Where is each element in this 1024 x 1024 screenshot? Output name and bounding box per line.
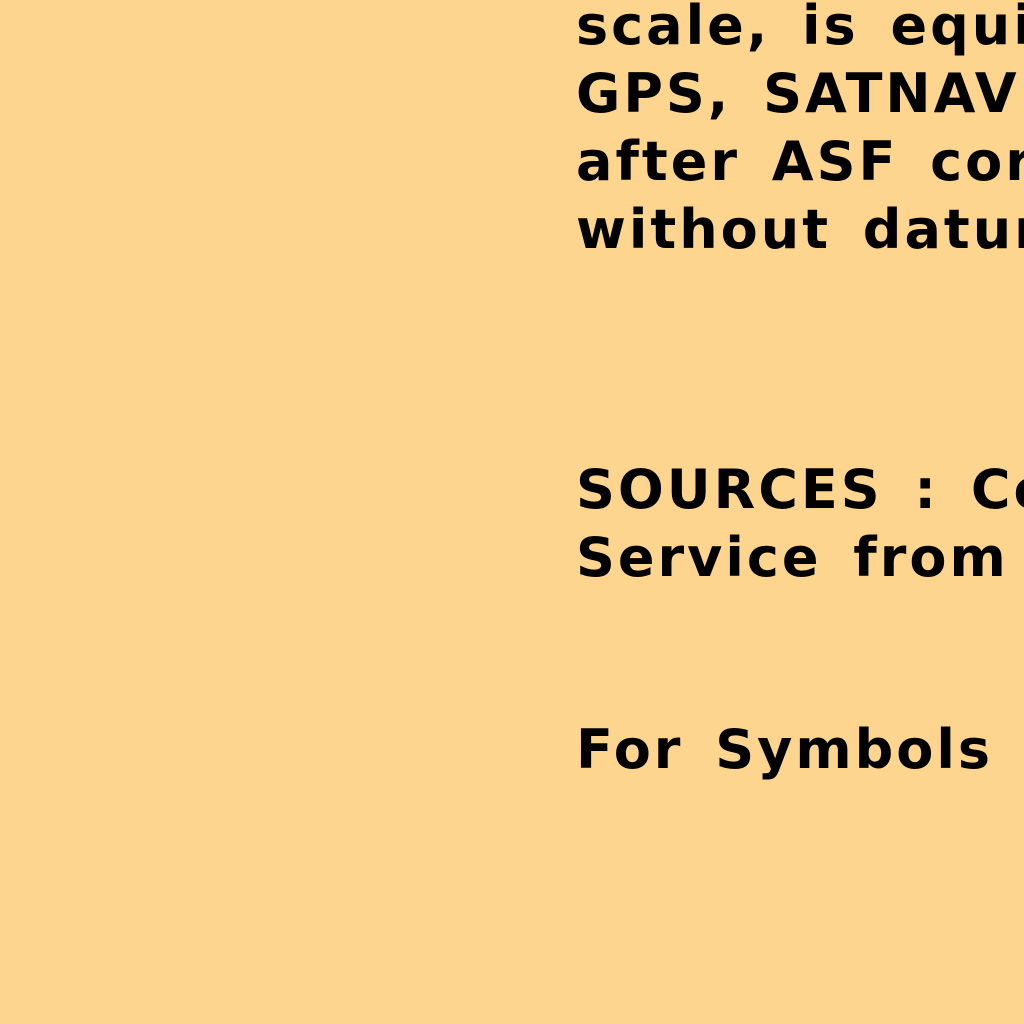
notes-line: scale, is equiva [576, 0, 1024, 57]
position-notes-text: scale, is equiva GPS, SATNAV after ASF c… [576, 0, 1024, 264]
sources-text: SOURCES : Cor Service from i [576, 456, 1024, 592]
sources-line: Service from i [576, 526, 1024, 589]
notes-line: GPS, SATNAV [576, 62, 1020, 125]
symbols-reference-text: For Symbols a [576, 716, 1024, 784]
chart-margin-panel: scale, is equiva GPS, SATNAV after ASF c… [0, 0, 1024, 1024]
symbols-line: For Symbols a [576, 718, 1024, 781]
sources-line: SOURCES : Cor [576, 458, 1024, 521]
notes-line: after ASF corr [576, 130, 1024, 193]
notes-line: without datum [576, 198, 1024, 261]
